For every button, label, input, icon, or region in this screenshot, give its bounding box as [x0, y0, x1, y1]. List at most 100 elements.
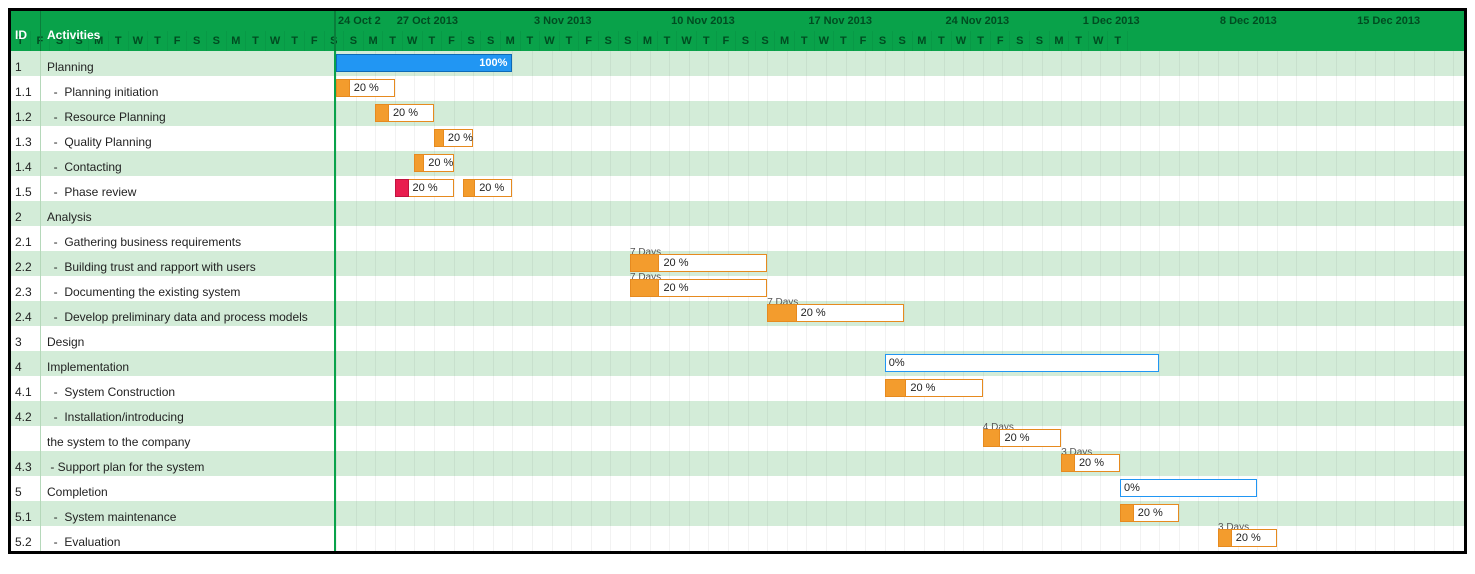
week-label: 3 Nov 2013 — [532, 11, 669, 31]
row-activity: - Resource Planning — [41, 101, 336, 126]
gantt-chart: ID Activities 24 Oct 227 Oct 20133 Nov 2… — [8, 8, 1467, 554]
row-id: 2.4 — [11, 301, 41, 326]
day-letter: S — [619, 31, 639, 51]
row-timeline: 20 % — [336, 126, 1464, 151]
day-letter: S — [736, 31, 756, 51]
row-activity: - Quality Planning — [41, 126, 336, 151]
header-row-top: ID Activities 24 Oct 227 Oct 20133 Nov 2… — [11, 11, 1464, 31]
gantt-bar[interactable]: 20 % — [463, 179, 512, 197]
row-timeline: 0% — [336, 351, 1464, 376]
gantt-body: 1Planning100%1.1 - Planning initiation 20… — [11, 51, 1464, 551]
row-timeline: 4 Days20 % — [336, 426, 1464, 451]
bar-label: 20 % — [771, 307, 826, 319]
row-activity: - Documenting the existing system — [41, 276, 336, 301]
row-id: 5.2 — [11, 526, 41, 551]
timeline-week-labels: 24 Oct 227 Oct 20133 Nov 201310 Nov 2013… — [336, 11, 1464, 31]
row-activity: - Planning initiation — [41, 76, 336, 101]
col-activities-header: Activities — [41, 11, 336, 51]
row-activity: Implementation — [41, 351, 336, 376]
row-id: 1.1 — [11, 76, 41, 101]
row-activity: - Phase review — [41, 176, 336, 201]
row-timeline: 20 % — [336, 376, 1464, 401]
gantt-bar[interactable]: 0% — [885, 354, 1159, 372]
week-label: 15 Dec 2013 — [1355, 11, 1453, 31]
row-id: 2.3 — [11, 276, 41, 301]
row-activity: - Evaluation — [41, 526, 336, 551]
row-timeline — [336, 201, 1464, 226]
bar-label: 0% — [889, 357, 905, 369]
week-label: 24 Nov 2013 — [944, 11, 1081, 31]
row-timeline — [336, 326, 1464, 351]
gantt-bar[interactable]: 20 % — [885, 379, 983, 397]
row-timeline: 100% — [336, 51, 1464, 76]
gantt-row: the system to the company4 Days20 % — [11, 426, 1464, 451]
day-letter: W — [1089, 31, 1109, 51]
row-id — [11, 426, 41, 451]
row-timeline: 7 Days20 % — [336, 276, 1464, 301]
gantt-bar[interactable]: 20 % — [983, 429, 1061, 447]
gantt-bar[interactable]: 20 % — [630, 279, 767, 297]
bar-label: 0% — [1124, 482, 1140, 494]
day-letter: F — [442, 31, 462, 51]
gantt-bar[interactable]: 20 % — [414, 154, 453, 172]
row-timeline — [336, 401, 1464, 426]
gantt-row: 1.3 - Quality Planning 20 % — [11, 126, 1464, 151]
day-letter: S — [462, 31, 482, 51]
day-letter: S — [873, 31, 893, 51]
row-activity: Analysis — [41, 201, 336, 226]
gantt-row: 2.4 - Develop preliminary data and proce… — [11, 301, 1464, 326]
day-letter: T — [1069, 31, 1089, 51]
day-letter: T — [560, 31, 580, 51]
bar-label: 20 % — [634, 282, 689, 294]
week-label: 27 Oct 2013 — [395, 11, 532, 31]
gantt-row: 1Planning100% — [11, 51, 1464, 76]
day-letter: T — [834, 31, 854, 51]
day-letter: F — [854, 31, 874, 51]
row-id: 1.4 — [11, 151, 41, 176]
gantt-bar[interactable]: 20 % — [336, 79, 395, 97]
day-letter: T — [932, 31, 952, 51]
gantt-row: 2.3 - Documenting the existing system7 D… — [11, 276, 1464, 301]
row-timeline: 7 Days20 % — [336, 301, 1464, 326]
bar-label: 100% — [479, 57, 507, 69]
row-timeline: 20 % 20 % — [336, 176, 1464, 201]
day-letter: T — [971, 31, 991, 51]
row-id: 2.2 — [11, 251, 41, 276]
gantt-row: 3Design — [11, 326, 1464, 351]
gantt-bar[interactable]: 20 % — [395, 179, 454, 197]
bar-label: 20 % — [418, 157, 453, 169]
day-letter: T — [697, 31, 717, 51]
gantt-bar[interactable]: 100% — [336, 54, 512, 72]
gantt-bar[interactable]: 20 % — [434, 129, 473, 147]
row-id: 3 — [11, 326, 41, 351]
day-letter: T — [423, 31, 443, 51]
gantt-bar[interactable]: 0% — [1120, 479, 1257, 497]
day-letter: S — [893, 31, 913, 51]
bar-label: 20 % — [438, 132, 473, 144]
row-activity: - System Construction — [41, 376, 336, 401]
day-letter: S — [756, 31, 776, 51]
gantt-bar[interactable]: 20 % — [767, 304, 904, 322]
row-id: 4.1 — [11, 376, 41, 401]
row-timeline: 7 Days20 % — [336, 251, 1464, 276]
day-letter: W — [403, 31, 423, 51]
gantt-row: 1.1 - Planning initiation 20 % — [11, 76, 1464, 101]
day-letter: T — [521, 31, 541, 51]
gantt-bar[interactable]: 20 % — [1061, 454, 1120, 472]
gantt-bar[interactable]: 20 % — [1218, 529, 1277, 547]
gantt-row: 2.1 - Gathering business requirements — [11, 226, 1464, 251]
bar-label: 20 % — [340, 82, 379, 94]
gantt-bar[interactable]: 20 % — [375, 104, 434, 122]
day-letter: S — [1030, 31, 1050, 51]
day-letter: T — [383, 31, 403, 51]
gantt-row: 2.2 - Building trust and rapport with us… — [11, 251, 1464, 276]
row-id: 4.2 — [11, 401, 41, 426]
gantt-row: 1.2 - Resource Planning20 % — [11, 101, 1464, 126]
day-letter: T — [795, 31, 815, 51]
day-letter: S — [599, 31, 619, 51]
bar-label: 20 % — [1124, 507, 1163, 519]
gantt-bar[interactable]: 20 % — [1120, 504, 1179, 522]
row-id: 1.3 — [11, 126, 41, 151]
day-letter: T — [658, 31, 678, 51]
row-activity: Completion — [41, 476, 336, 501]
